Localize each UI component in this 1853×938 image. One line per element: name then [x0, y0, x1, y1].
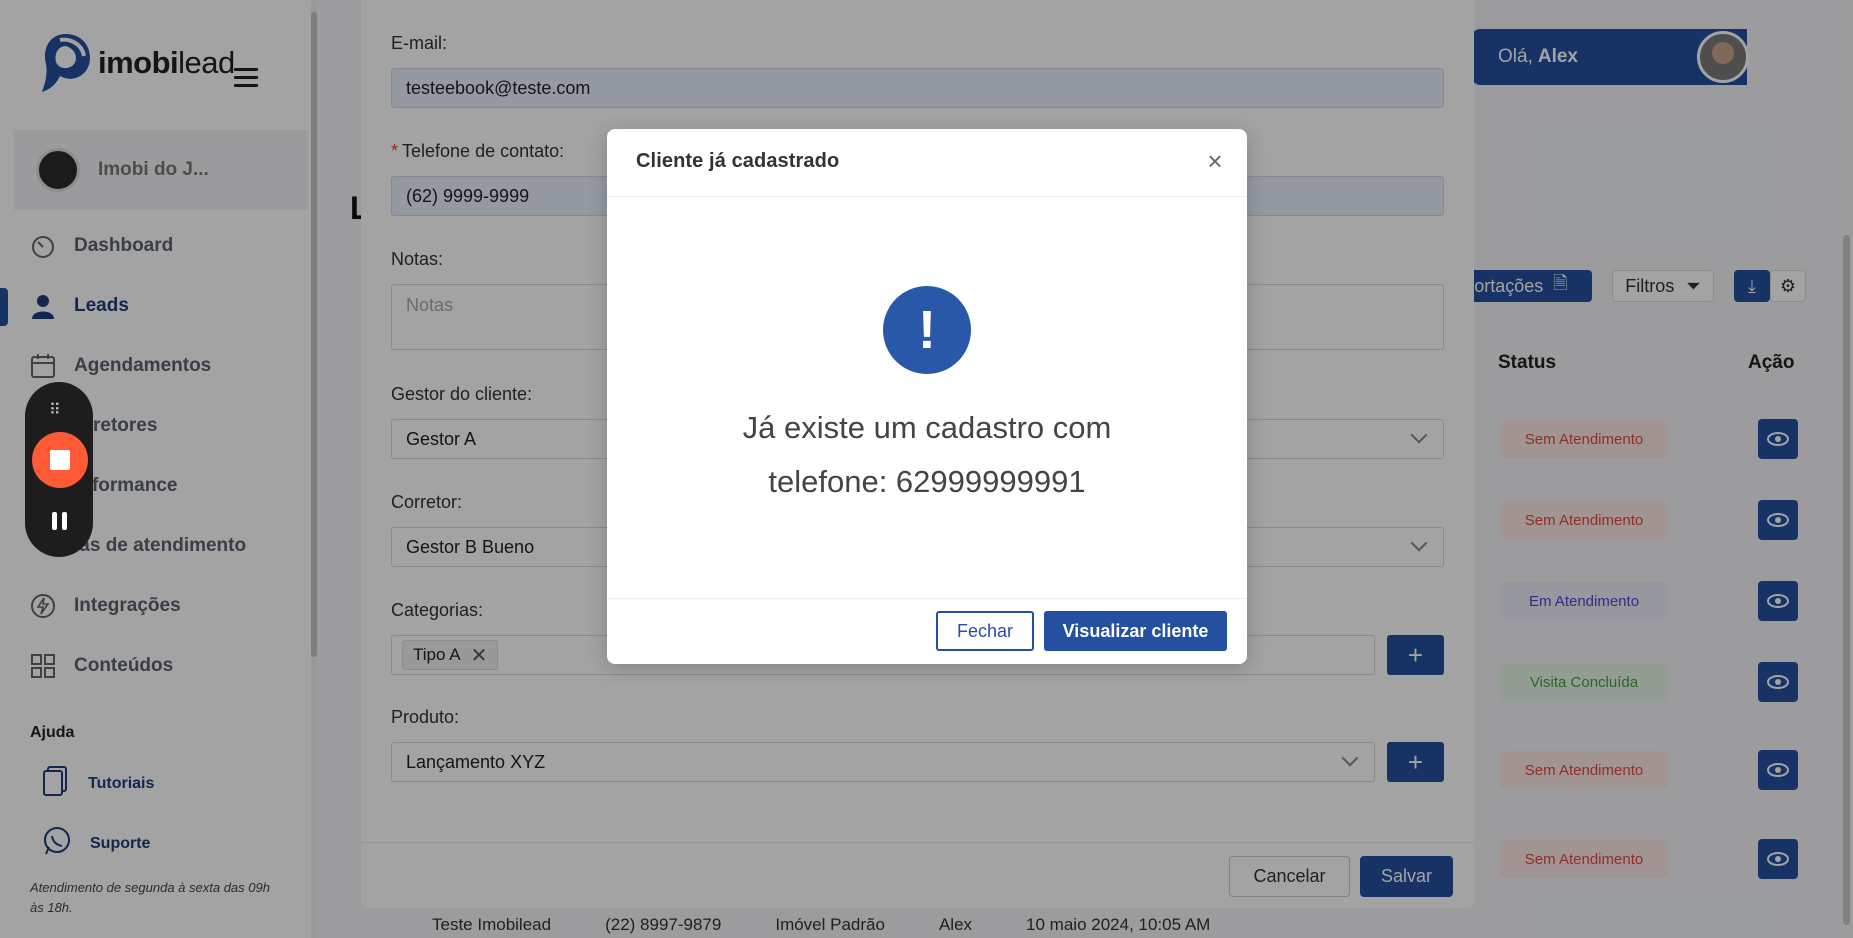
dialog-header-divider	[607, 196, 1247, 197]
message-line-2: telefone: 62999999991	[768, 464, 1086, 499]
stop-recording-button[interactable]	[32, 432, 88, 488]
dialog-title: Cliente já cadastrado	[636, 150, 840, 172]
dialog-message: Já existe um cadastro com telefone: 6299…	[647, 401, 1207, 509]
drag-handle-icon[interactable]: ⠿	[49, 400, 62, 420]
message-line-1: Já existe um cadastro com	[742, 410, 1112, 445]
exclamation-icon: !	[883, 286, 971, 374]
close-dialog-button[interactable]: Fechar	[936, 611, 1034, 651]
duplicate-client-dialog: Cliente já cadastrado × ! Já existe um c…	[607, 129, 1247, 664]
dialog-footer-divider	[607, 598, 1247, 599]
view-client-button[interactable]: Visualizar cliente	[1044, 611, 1227, 651]
close-icon[interactable]: ×	[1203, 148, 1227, 174]
screen-recorder-widget: ⠿	[25, 382, 93, 557]
pause-recording-button[interactable]	[48, 512, 70, 534]
